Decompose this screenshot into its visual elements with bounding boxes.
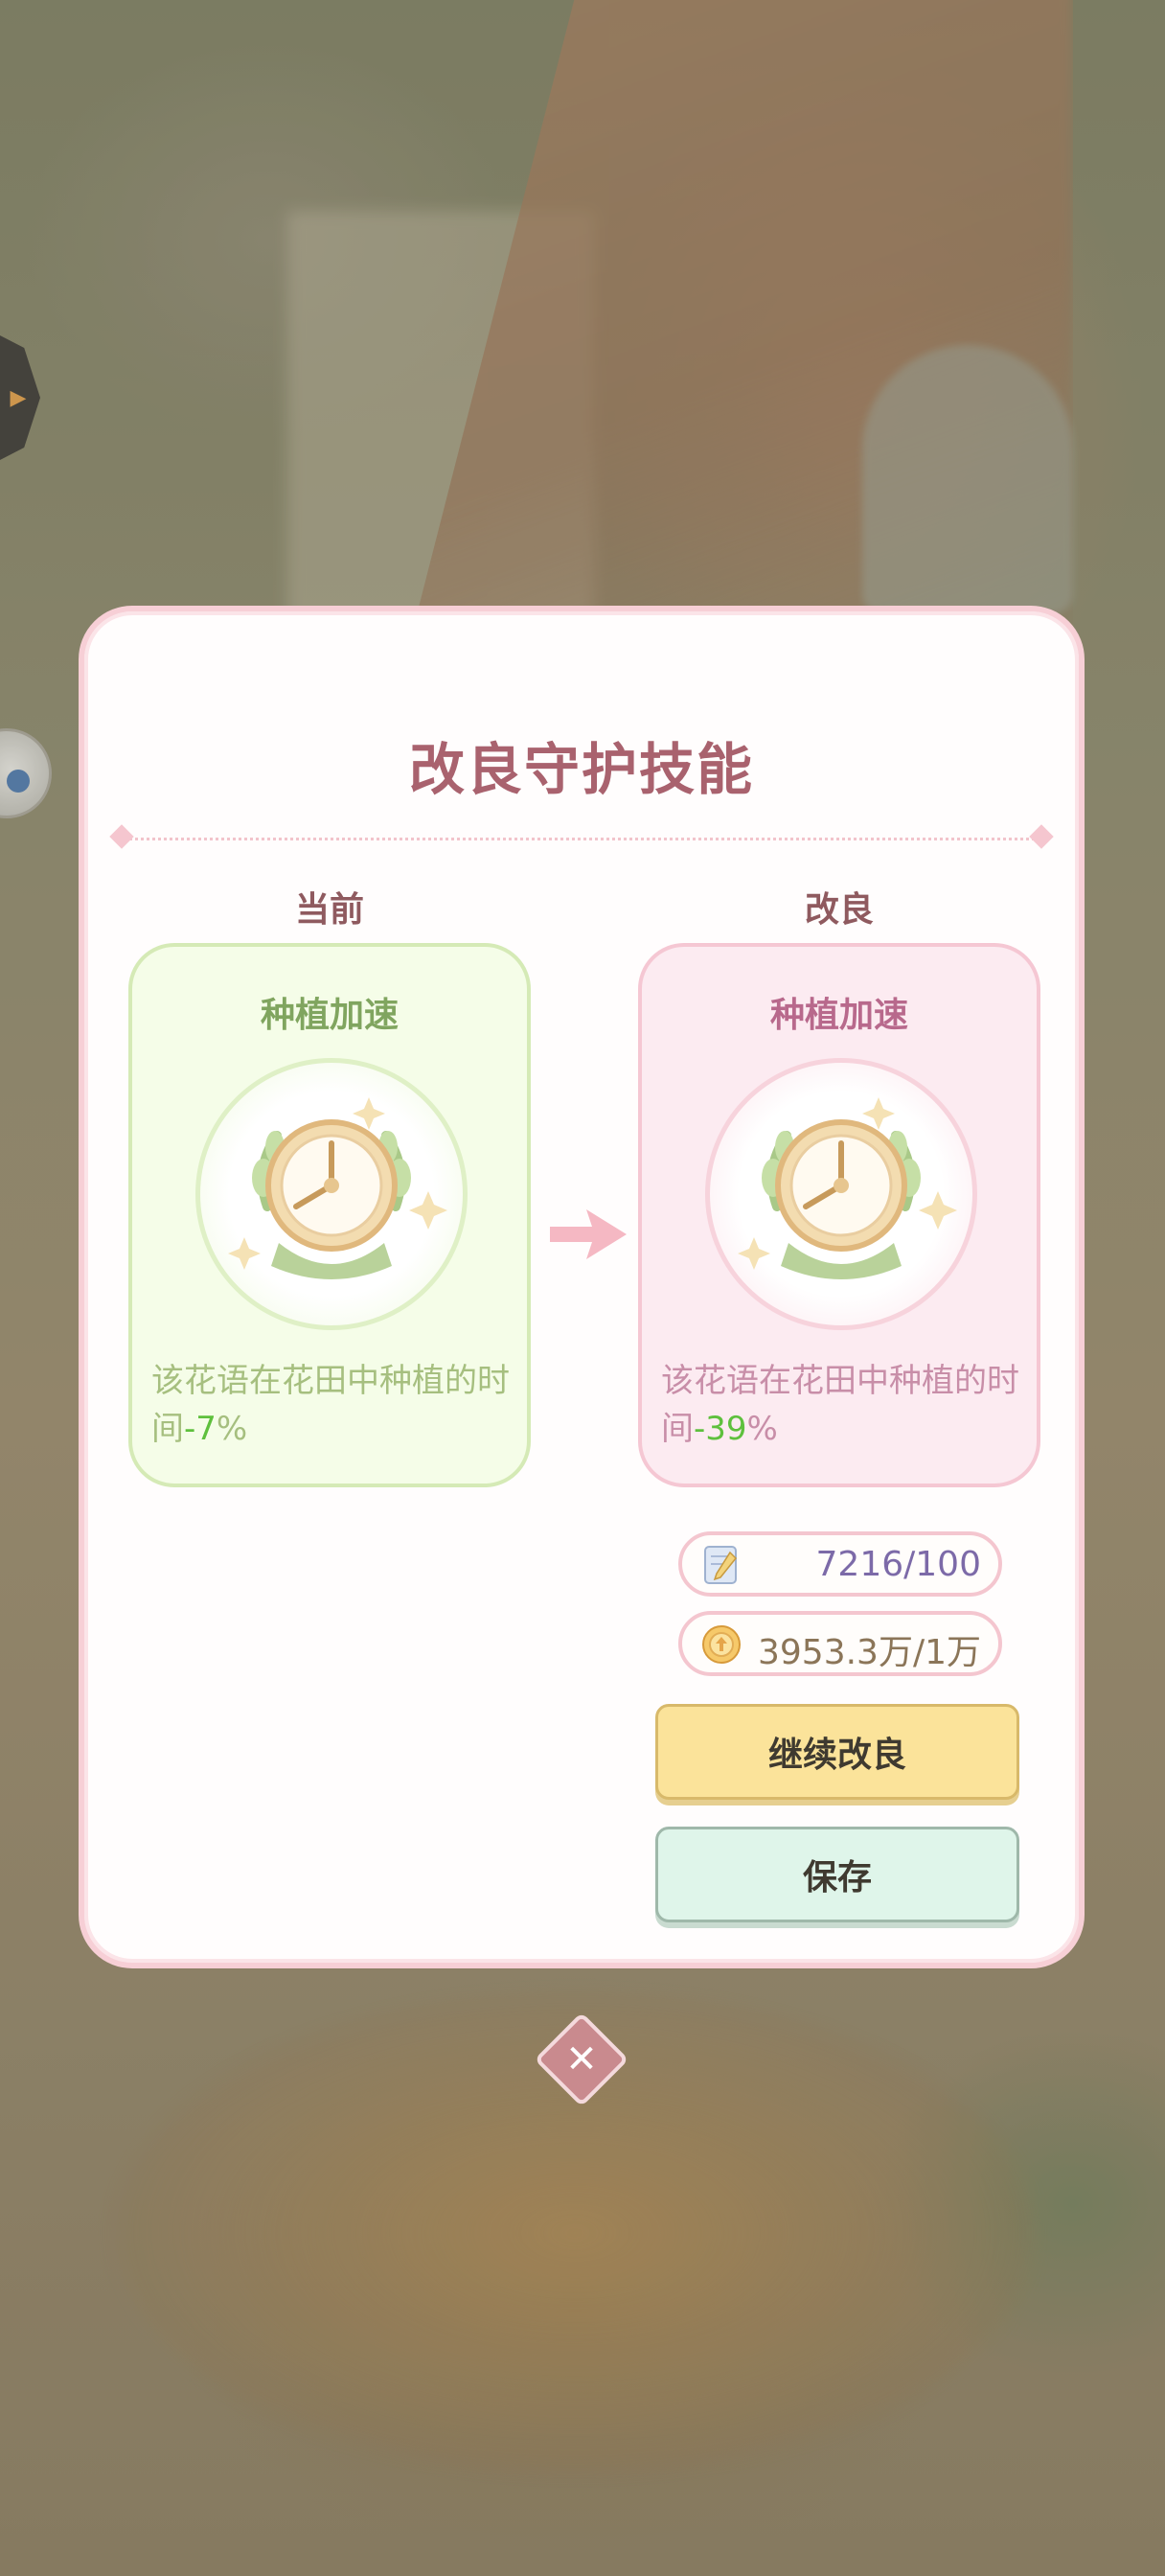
current-skill-icon-frame	[195, 1058, 468, 1330]
upgraded-skill-value: -39	[694, 1410, 747, 1448]
notebook-icon	[704, 1546, 738, 1584]
upgrade-label: 改良	[804, 890, 874, 930]
save-button[interactable]: 保存	[655, 1827, 1019, 1922]
coin-icon	[702, 1625, 741, 1664]
upgraded-skill-name: 种植加速	[769, 996, 908, 1035]
current-skill-card: 种植加速 该花语在花田中种植的时间-7%	[128, 943, 531, 1487]
current-skill-description: 该花语在花田中种植的时间-7%	[151, 1362, 510, 1448]
divider-gem-left	[109, 824, 134, 849]
close-icon: ✕	[565, 2037, 598, 2082]
upgraded-skill-icon-frame	[705, 1058, 977, 1330]
notes-cost-pill: 7216/100	[678, 1531, 1002, 1597]
title-divider	[123, 838, 1040, 840]
upgraded-skill-description: 该花语在花田中种植的时间-39%	[661, 1362, 1019, 1448]
gold-cost-pill: 3953.3万/1万	[678, 1611, 1002, 1676]
current-label: 当前	[294, 890, 364, 930]
upgraded-skill-card: 种植加速 该花语在花田中种植的时间-39%	[638, 943, 1040, 1487]
notes-cost-value: 7216/100	[815, 1545, 981, 1584]
clock-wreath-icon	[228, 1097, 447, 1279]
improve-skill-dialog: 改良守护技能 当前 改良 种植加速 该花语在花田中种植的时间-7% 种植加速 该…	[79, 606, 1085, 1968]
current-skill-value: -7	[184, 1410, 217, 1448]
gold-cost-value: 3953.3万/1万	[758, 1633, 981, 1672]
clock-wreath-icon	[738, 1097, 957, 1279]
arrow-right-icon	[550, 1209, 627, 1259]
divider-gem-right	[1029, 824, 1054, 849]
continue-improve-button[interactable]: 继续改良	[655, 1704, 1019, 1800]
dialog-title: 改良守护技能	[408, 737, 754, 802]
current-skill-name: 种植加速	[260, 996, 399, 1035]
